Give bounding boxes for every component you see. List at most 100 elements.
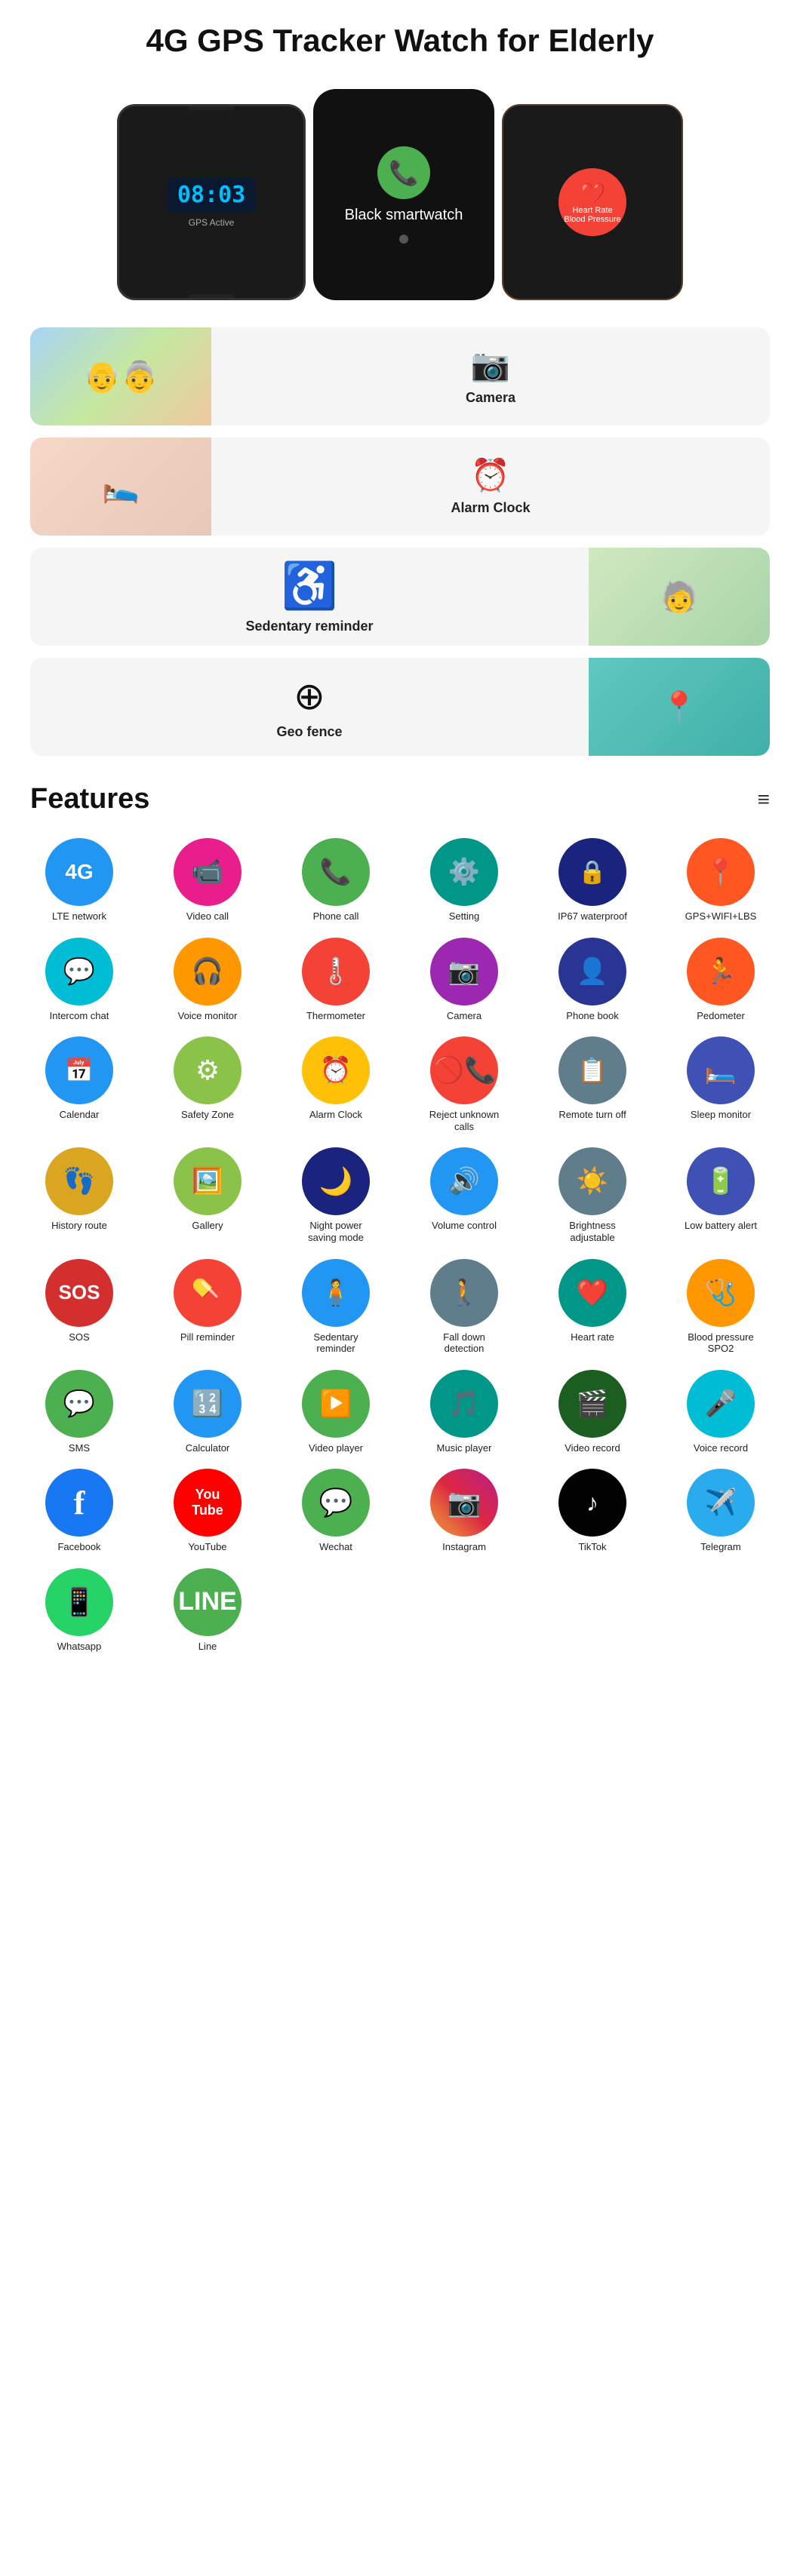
alarm-card-content: ⏰ Alarm Clock [211, 457, 770, 516]
icon-label: Voice record [694, 1442, 748, 1454]
icon-item-phone-book: 👤Phone book [536, 938, 649, 1022]
page-title: 4G GPS Tracker Watch for Elderly [0, 0, 800, 74]
phone-button: 📞 [377, 146, 430, 199]
icon-item-heart-rate: ❤️Heart rate [536, 1259, 649, 1355]
geo-card-image: 📍 [589, 658, 770, 756]
watch-images-section: 08:03 GPS Active 📞 Black smartwatch ❤️ H… [0, 74, 800, 315]
icon-item-intercom-chat: 💬Intercom chat [23, 938, 136, 1022]
icon-label: Night power saving mode [298, 1220, 374, 1243]
watch-1: 08:03 GPS Active [117, 104, 306, 300]
features-title: Features [30, 783, 149, 815]
icon-label: Video call [186, 910, 229, 923]
icon-label: Remote turn off [558, 1109, 626, 1121]
icon-item-wechat: 💬Wechat [279, 1469, 392, 1553]
alarm-icon: ⏰ [471, 457, 510, 494]
icon-item-remote-turn-off: 📋Remote turn off [536, 1036, 649, 1132]
icon-label: Heart rate [571, 1331, 614, 1343]
camera-card-content: 📷 Camera [211, 347, 770, 406]
icon-label: TikTok [578, 1541, 606, 1553]
icon-item-video-record: 🎬Video record [536, 1370, 649, 1454]
icon-item-history-route: 👣History route [23, 1147, 136, 1243]
icon-item-fall-down-detection: 🚶Fall down detection [408, 1259, 521, 1355]
icon-label: Music player [437, 1442, 492, 1454]
icon-item-calendar: 📅Calendar [23, 1036, 136, 1132]
icon-item-sedentary-reminder: 🧍Sedentary reminder [279, 1259, 392, 1355]
icon-item-brightness-adjustable: ☀️Brightness adjustable [536, 1147, 649, 1243]
icon-item-voice-record: 🎤Voice record [664, 1370, 777, 1454]
menu-icon[interactable]: ≡ [758, 788, 770, 812]
geo-card: ⊕ Geo fence 📍 [30, 658, 770, 756]
icon-item-sos: SOSSOS [23, 1259, 136, 1355]
icon-item-blood-pressure-spo2: 🩺Blood pressure SPO2 [664, 1259, 777, 1355]
icon-item-sleep-monitor: 🛏️Sleep monitor [664, 1036, 777, 1132]
icon-label: SMS [69, 1442, 90, 1454]
icon-label: Facebook [57, 1541, 100, 1553]
icon-item-video-player: ▶️Video player [279, 1370, 392, 1454]
sedentary-card-content: ♿ Sedentary reminder [30, 559, 589, 634]
icon-label: Sleep monitor [691, 1109, 751, 1121]
icon-item-gps+wifi+lbs: 📍GPS+WIFI+LBS [664, 838, 777, 923]
icon-label: YouTube [188, 1541, 226, 1553]
icon-item-reject-unknown-calls: 🚫📞Reject unknown calls [408, 1036, 521, 1132]
geo-label: Geo fence [276, 724, 342, 740]
icon-label: Blood pressure SPO2 [683, 1331, 758, 1355]
icon-label: Pedometer [697, 1010, 745, 1022]
icon-item-youtube: YouTubeYouTube [151, 1469, 264, 1553]
icon-item-tiktok: ♪TikTok [536, 1469, 649, 1553]
alarm-label: Alarm Clock [451, 500, 530, 516]
phone-label: Black smartwatch [345, 207, 463, 224]
icon-item-setting: ⚙️Setting [408, 838, 521, 923]
icon-item-pedometer: 🏃Pedometer [664, 938, 777, 1022]
icon-item-alarm-clock: ⏰Alarm Clock [279, 1036, 392, 1132]
icon-label: Gallery [192, 1220, 223, 1232]
icon-label: Instagram [442, 1541, 486, 1553]
icon-label: Reject unknown calls [426, 1109, 502, 1132]
icon-label: Alarm Clock [309, 1109, 362, 1121]
heart-rate-display: ❤️ Heart RateBlood Pressure [558, 168, 626, 236]
features-header: Features ≡ [0, 768, 800, 823]
icon-item-volume-control: 🔊Volume control [408, 1147, 521, 1243]
icon-label: Low battery alert [685, 1220, 757, 1232]
icon-label: SOS [69, 1331, 89, 1343]
camera-card-image: 👴👵 [30, 327, 211, 425]
icon-item-thermometer: 🌡️Thermometer [279, 938, 392, 1022]
alarm-card: 🛌 ⏰ Alarm Clock [30, 438, 770, 536]
icon-label: Calendar [60, 1109, 100, 1121]
watch-2: 📞 Black smartwatch [313, 89, 494, 300]
icon-item-gallery: 🖼️Gallery [151, 1147, 264, 1243]
geo-icon: ⊕ [294, 674, 325, 718]
icon-item-instagram: 📷Instagram [408, 1469, 521, 1553]
icon-label: Thermometer [306, 1010, 365, 1022]
alarm-card-image: 🛌 [30, 438, 211, 536]
icon-item-ip67-waterproof: 🔒IP67 waterproof [536, 838, 649, 923]
icon-item-facebook: fFacebook [23, 1469, 136, 1553]
icon-label: GPS+WIFI+LBS [685, 910, 757, 923]
icon-label: Telegram [700, 1541, 740, 1553]
icon-label: Wechat [319, 1541, 352, 1553]
sedentary-icon: ♿ [282, 559, 338, 613]
icon-item-camera: 📷Camera [408, 938, 521, 1022]
icon-label: Brightness adjustable [555, 1220, 630, 1243]
icon-label: Phone call [313, 910, 359, 923]
icon-label: Fall down detection [426, 1331, 502, 1355]
icon-label: LTE network [52, 910, 106, 923]
icon-label: IP67 waterproof [558, 910, 627, 923]
icons-grid: 4GLTE network📹Video call📞Phone call⚙️Set… [0, 823, 800, 1668]
icon-label: Volume control [432, 1220, 497, 1232]
icon-item-low-battery-alert: 🔋Low battery alert [664, 1147, 777, 1243]
icon-item-voice-monitor: 🎧Voice monitor [151, 938, 264, 1022]
icon-item-pill-reminder: 💊Pill reminder [151, 1259, 264, 1355]
icon-item-calculator: 🔢Calculator [151, 1370, 264, 1454]
icon-label: Sedentary reminder [298, 1331, 374, 1355]
sedentary-card-image: 🧓 [589, 548, 770, 646]
icon-label: Pill reminder [180, 1331, 235, 1343]
icon-label: Whatsapp [57, 1641, 102, 1653]
icon-item-lte-network: 4GLTE network [23, 838, 136, 923]
icon-label: Voice monitor [178, 1010, 238, 1022]
camera-icon: 📷 [471, 347, 510, 384]
camera-label: Camera [466, 390, 515, 406]
geo-card-content: ⊕ Geo fence [30, 674, 589, 740]
icon-label: Intercom chat [50, 1010, 109, 1022]
icon-label: Safety Zone [181, 1109, 234, 1121]
icon-item-music-player: 🎵Music player [408, 1370, 521, 1454]
